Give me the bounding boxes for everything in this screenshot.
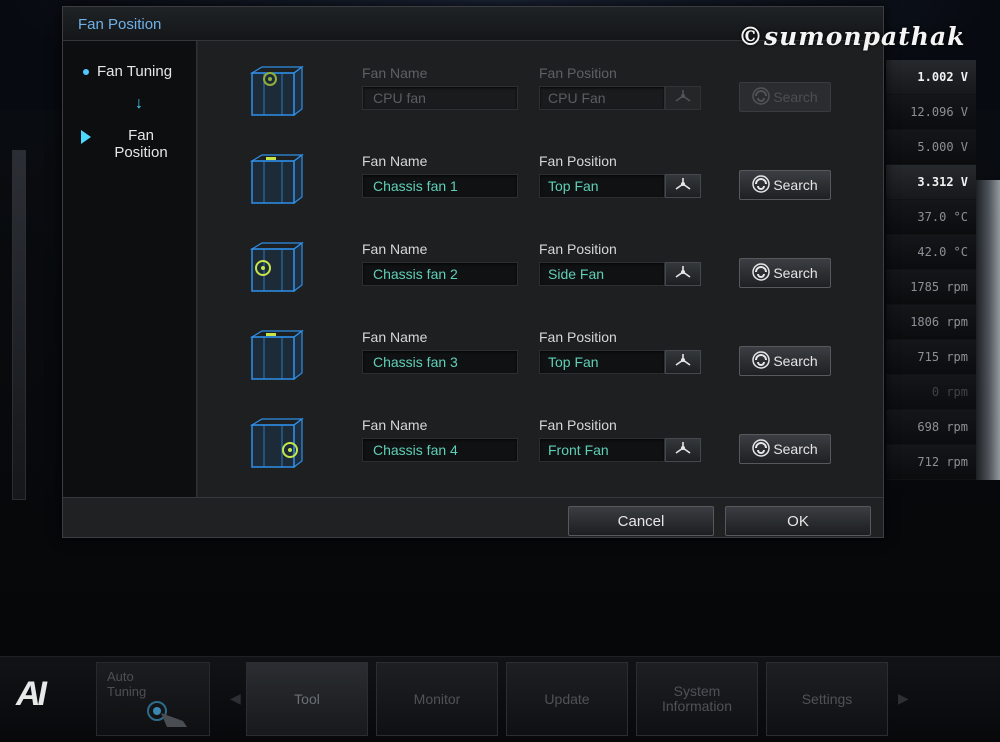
step-fan-tuning[interactable]: Fan Tuning bbox=[83, 63, 172, 80]
search-button-label: Search bbox=[773, 177, 818, 193]
fan-row: Fan Name Fan Position Chassis fan 1 Top Fan… bbox=[198, 133, 883, 221]
fan-row: Fan Name Fan Position Chassis fan 4 Front F… bbox=[198, 397, 883, 485]
pc-case-icon bbox=[249, 241, 306, 300]
reading-value: 12.096 V bbox=[886, 95, 976, 130]
fan-position-field[interactable]: Top Fan bbox=[539, 350, 665, 374]
voltage-fan-readings: 1.002 V 12.096 V 5.000 V 3.312 V 37.0 °C 42.0… bbox=[886, 60, 976, 480]
watermark: ©sumonpathak bbox=[738, 22, 966, 51]
fan-position-picker-button[interactable] bbox=[665, 86, 701, 110]
fan-name-label: Fan Name bbox=[362, 329, 428, 345]
fan-position-picker-button[interactable] bbox=[665, 350, 701, 374]
fan-position-picker-button[interactable] bbox=[665, 174, 701, 198]
search-swirl-icon bbox=[752, 86, 773, 108]
search-swirl-icon bbox=[752, 262, 773, 284]
fan-position-label: Fan Position bbox=[539, 329, 617, 345]
reading-value: 42.0 °C bbox=[886, 235, 976, 270]
fan-position-label: Fan Position bbox=[539, 241, 617, 257]
fan-name-label: Fan Name bbox=[362, 417, 428, 433]
search-button[interactable]: Search bbox=[739, 434, 831, 464]
reading-value: 0 rpm bbox=[886, 375, 976, 410]
reading-value: 37.0 °C bbox=[886, 200, 976, 235]
pc-case-icon bbox=[249, 153, 306, 212]
reading-value: 1806 rpm bbox=[886, 305, 976, 340]
fan-row: Fan Name Fan Position Chassis fan 2 Side Fa… bbox=[198, 221, 883, 309]
fan-name-field[interactable]: Chassis fan 2 bbox=[362, 262, 518, 286]
reading-value: 1.002 V bbox=[886, 60, 976, 95]
ai-suite-logo: AI bbox=[16, 675, 47, 713]
pc-case-icon bbox=[249, 65, 306, 124]
fan-name-label: Fan Name bbox=[362, 153, 428, 169]
fan-position-field[interactable]: Top Fan bbox=[539, 174, 665, 198]
dialog-footer: Cancel OK bbox=[63, 497, 883, 537]
reading-value: 712 rpm bbox=[886, 445, 976, 480]
search-button-label: Search bbox=[773, 89, 818, 105]
fan-name-label: Fan Name bbox=[362, 241, 428, 257]
search-swirl-icon bbox=[752, 438, 773, 460]
nav-tab-monitor[interactable]: Monitor bbox=[376, 662, 498, 736]
nav-tab-tool[interactable]: Tool bbox=[246, 662, 368, 736]
search-button[interactable]: Search bbox=[739, 170, 831, 200]
fan-name-field[interactable]: Chassis fan 1 bbox=[362, 174, 518, 198]
fan-name-field[interactable]: Chassis fan 3 bbox=[362, 350, 518, 374]
pc-case-icon bbox=[249, 417, 306, 476]
fan-name-field[interactable]: Chassis fan 4 bbox=[362, 438, 518, 462]
search-button-label: Search bbox=[773, 265, 818, 281]
reading-value: 698 rpm bbox=[886, 410, 976, 445]
wizard-steps: Fan Tuning ↓ Fan Position bbox=[63, 41, 197, 497]
fan-tri-icon bbox=[674, 265, 692, 284]
current-step-icon bbox=[81, 130, 91, 144]
reading-value: 3.312 V bbox=[886, 165, 976, 200]
nav-next-arrow[interactable]: ▶ bbox=[898, 690, 909, 707]
fan-position-picker-button[interactable] bbox=[665, 438, 701, 462]
bullet-icon bbox=[83, 68, 89, 75]
search-swirl-icon bbox=[752, 174, 773, 196]
search-swirl-icon bbox=[752, 350, 773, 372]
search-button[interactable]: Search bbox=[739, 346, 831, 376]
auto-tuning-button[interactable]: Auto Tuning bbox=[96, 662, 210, 736]
fan-position-label: Fan Position bbox=[539, 153, 617, 169]
nav-tab-system-information[interactable]: System Information bbox=[636, 662, 758, 736]
hand-dial-icon bbox=[147, 701, 187, 727]
ok-button[interactable]: OK bbox=[725, 506, 871, 536]
search-button-label: Search bbox=[773, 353, 818, 369]
cancel-button[interactable]: Cancel bbox=[568, 506, 714, 536]
search-button[interactable]: Search bbox=[739, 82, 831, 112]
down-arrow-icon: ↓ bbox=[135, 95, 143, 112]
fan-position-picker-button[interactable] bbox=[665, 262, 701, 286]
fan-name-field[interactable]: CPU fan bbox=[362, 86, 518, 110]
fan-tri-icon bbox=[674, 353, 692, 372]
fan-position-field[interactable]: Front Fan bbox=[539, 438, 665, 462]
fan-tri-icon bbox=[674, 89, 692, 108]
fan-position-label: Fan Position bbox=[539, 417, 617, 433]
fan-position-label: Fan Position bbox=[539, 65, 617, 81]
fan-row: Fan Name Fan Position Chassis fan 3 Top Fan… bbox=[198, 309, 883, 397]
search-button-label: Search bbox=[773, 441, 818, 457]
nav-tab-update[interactable]: Update bbox=[506, 662, 628, 736]
nav-tab-settings[interactable]: Settings bbox=[766, 662, 888, 736]
fan-list-panel: Fan Name Fan Position CPU fan CPU Fan Search… bbox=[198, 41, 883, 497]
fan-tri-icon bbox=[674, 441, 692, 460]
fan-tri-icon bbox=[674, 177, 692, 196]
background-scrollbar[interactable] bbox=[12, 150, 26, 500]
reading-value: 715 rpm bbox=[886, 340, 976, 375]
fan-position-dialog: Fan Position Fan Tuning ↓ Fan Position F… bbox=[62, 6, 884, 538]
reading-value: 1785 rpm bbox=[886, 270, 976, 305]
fan-position-field[interactable]: Side Fan bbox=[539, 262, 665, 286]
step-fan-position-label: Fan Position bbox=[114, 127, 168, 161]
auto-tuning-label: Auto Tuning bbox=[107, 669, 147, 699]
background-decoration bbox=[972, 180, 1000, 480]
search-button[interactable]: Search bbox=[739, 258, 831, 288]
pc-case-icon bbox=[249, 329, 306, 388]
nav-prev-arrow[interactable]: ◀ bbox=[230, 690, 241, 707]
fan-row: Fan Name Fan Position CPU fan CPU Fan Search bbox=[198, 45, 883, 133]
reading-value: 5.000 V bbox=[886, 130, 976, 165]
fan-name-label: Fan Name bbox=[362, 65, 428, 81]
step-fan-tuning-label: Fan Tuning bbox=[97, 63, 173, 80]
fan-position-field[interactable]: CPU Fan bbox=[539, 86, 665, 110]
